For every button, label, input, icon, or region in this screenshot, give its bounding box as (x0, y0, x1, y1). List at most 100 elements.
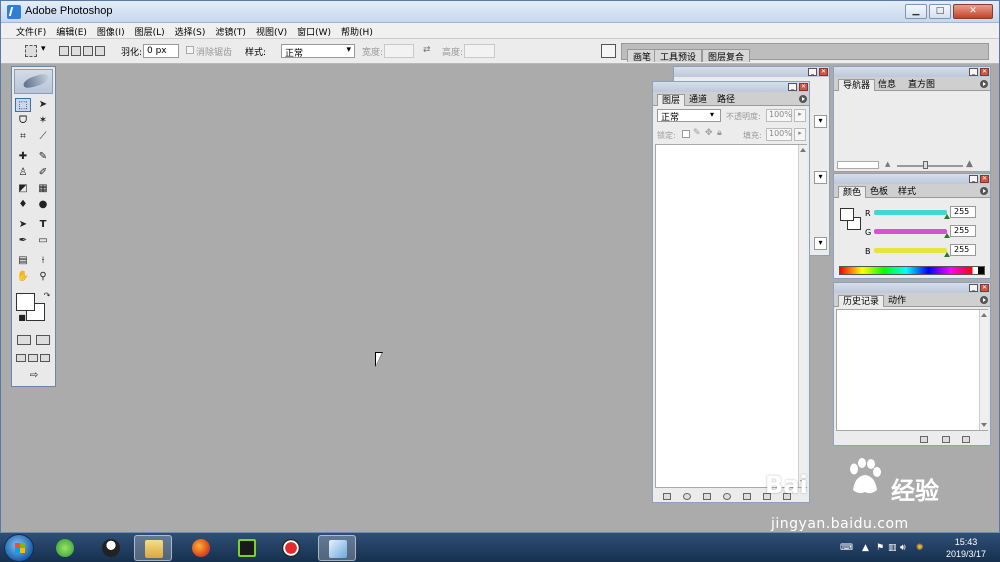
zoom-percent-field[interactable] (837, 161, 879, 169)
menu-help[interactable]: 帮助(H) (336, 23, 378, 38)
magic-wand-tool-icon[interactable]: ✶ (35, 114, 51, 128)
opacity-slider-button[interactable]: ▸ (794, 109, 806, 122)
taskbar-app-photoshop[interactable] (318, 535, 356, 561)
layers-panel-titlebar[interactable] (653, 82, 809, 92)
tab-color[interactable]: 颜色 (838, 186, 867, 198)
history-scrollbar[interactable] (979, 310, 988, 430)
menu-window[interactable]: 窗口(W) (292, 23, 336, 38)
zoom-slider-knob[interactable] (923, 161, 928, 169)
add-selection-icon[interactable] (71, 46, 81, 56)
layers-scrollbar[interactable] (798, 145, 807, 487)
swap-icon[interactable]: ⇄ (423, 45, 431, 55)
menu-view[interactable]: 视图(V) (251, 23, 292, 38)
layers-minimize-icon[interactable]: _ (788, 83, 797, 91)
keyboard-icon[interactable]: ⌨ (840, 543, 853, 553)
stacked-dropdown-1[interactable]: ▾ (814, 115, 827, 128)
show-hidden-icons-icon[interactable]: ▲ (862, 543, 869, 553)
fill-slider-button[interactable]: ▸ (794, 128, 806, 141)
pen-tool-icon[interactable]: ✒ (15, 234, 31, 248)
screen-mode-standard-icon[interactable] (16, 354, 26, 362)
rect-marquee-tool-icon[interactable]: ⬚ (15, 98, 31, 112)
lock-all-icon[interactable]: 🔒︎ (717, 128, 722, 138)
tab-swatches[interactable]: 色板 (866, 186, 892, 198)
eraser-tool-icon[interactable]: ◩ (15, 182, 31, 196)
style-select[interactable]: 正常 (281, 44, 355, 59)
close-button[interactable]: ✕ (953, 4, 993, 19)
channel-b-slider[interactable] (874, 248, 947, 253)
channel-g-slider[interactable] (874, 229, 947, 234)
taskbar-app-firefox[interactable] (182, 535, 220, 561)
quick-mask-icon[interactable] (36, 335, 50, 345)
network-icon[interactable]: ▥ (888, 543, 897, 553)
new-snapshot-icon[interactable] (942, 436, 950, 443)
hand-tool-icon[interactable]: ✋ (15, 270, 31, 284)
dodge-tool-icon[interactable]: ● (35, 198, 51, 212)
menu-edit[interactable]: 编辑(E) (51, 23, 92, 38)
volume-icon[interactable]: 🔊︎ (900, 543, 906, 553)
tab-channels[interactable]: 通道 (685, 94, 711, 106)
layers-menu-arrow-icon[interactable] (799, 95, 807, 103)
flag-icon[interactable]: ⚑ (876, 543, 884, 553)
well-tab-layer-comps[interactable]: 图层复合 (702, 49, 751, 63)
color-titlebar[interactable] (834, 174, 990, 184)
jump-to-imageready-icon[interactable]: ⇨ (16, 369, 52, 383)
chevron-down-icon[interactable]: ▾ (41, 44, 46, 54)
zoom-slider[interactable] (897, 165, 963, 167)
tray-clock[interactable]: 15:43 2019/3/17 (946, 536, 986, 560)
stacked-close-icon[interactable]: ✕ (819, 68, 828, 76)
width-input[interactable] (384, 44, 414, 58)
menu-layer[interactable]: 图层(L) (130, 23, 170, 38)
maximize-button[interactable]: □ (929, 4, 951, 19)
lock-transparency-icon[interactable] (682, 130, 690, 138)
subtract-selection-icon[interactable] (83, 46, 93, 56)
taskbar-app-qq[interactable] (92, 535, 130, 561)
swap-colors-icon[interactable]: ↷ (39, 289, 55, 303)
zoom-tool-icon[interactable]: ⚲ (35, 270, 51, 284)
menu-filter[interactable]: 滤镜(T) (210, 23, 251, 38)
history-list[interactable] (836, 309, 988, 431)
menu-image[interactable]: 图像(I) (92, 23, 130, 38)
start-button[interactable] (4, 534, 34, 562)
zoom-in-icon[interactable]: ▲ (966, 159, 973, 169)
layers-list[interactable] (655, 144, 807, 488)
taskbar-app-explorer[interactable] (134, 535, 172, 561)
color-spectrum-bar[interactable] (839, 266, 985, 275)
taskbar-app-360[interactable] (46, 535, 84, 561)
shape-tool-icon[interactable]: ▭ (35, 234, 51, 248)
brush-tool-icon[interactable]: ✎ (35, 150, 51, 164)
type-tool-icon[interactable]: T (35, 218, 51, 232)
tab-styles[interactable]: 样式 (894, 186, 920, 198)
stacked-dropdown-2[interactable]: ▾ (814, 171, 827, 184)
title-bar[interactable]: Adobe Photoshop ▁ □ ✕ (1, 1, 999, 23)
eyedropper-tool-icon[interactable]: ⟊ (35, 254, 51, 268)
color-minimize-icon[interactable]: _ (969, 175, 978, 183)
new-selection-icon[interactable] (59, 46, 69, 56)
history-minimize-icon[interactable]: _ (969, 284, 978, 292)
lasso-tool-icon[interactable]: ᗜ (15, 114, 31, 128)
gradient-tool-icon[interactable]: ▦ (35, 182, 51, 196)
weather-icon[interactable]: ✺ (916, 543, 924, 553)
feather-input[interactable]: 0 px (143, 44, 179, 58)
blur-tool-icon[interactable]: ♦ (15, 198, 31, 212)
tab-navigator[interactable]: 导航器 (838, 79, 876, 91)
link-layers-icon[interactable] (663, 493, 671, 500)
tab-history[interactable]: 历史记录 (838, 295, 885, 307)
default-colors-icon[interactable]: ■ (14, 311, 30, 325)
tab-info[interactable]: 信息 (874, 79, 900, 91)
tab-layers[interactable]: 图层 (657, 94, 686, 106)
new-document-from-state-icon[interactable] (920, 436, 928, 443)
opacity-input[interactable]: 100% (766, 109, 792, 122)
tab-paths[interactable]: 路径 (713, 94, 739, 106)
navigator-titlebar[interactable] (834, 67, 990, 77)
standard-mode-icon[interactable] (17, 335, 31, 345)
menu-file[interactable]: 文件(F) (11, 23, 51, 38)
tab-actions[interactable]: 动作 (884, 295, 910, 307)
minimize-button[interactable]: ▁ (905, 4, 927, 19)
toolbox-header[interactable] (14, 69, 53, 94)
well-tab-brushes[interactable]: 画笔 (627, 49, 658, 63)
history-menu-arrow-icon[interactable] (980, 296, 988, 304)
taskbar-app-video[interactable] (228, 535, 266, 561)
layers-close-icon[interactable]: ✕ (799, 83, 808, 91)
add-mask-icon[interactable] (703, 493, 711, 500)
history-titlebar[interactable] (834, 283, 990, 293)
